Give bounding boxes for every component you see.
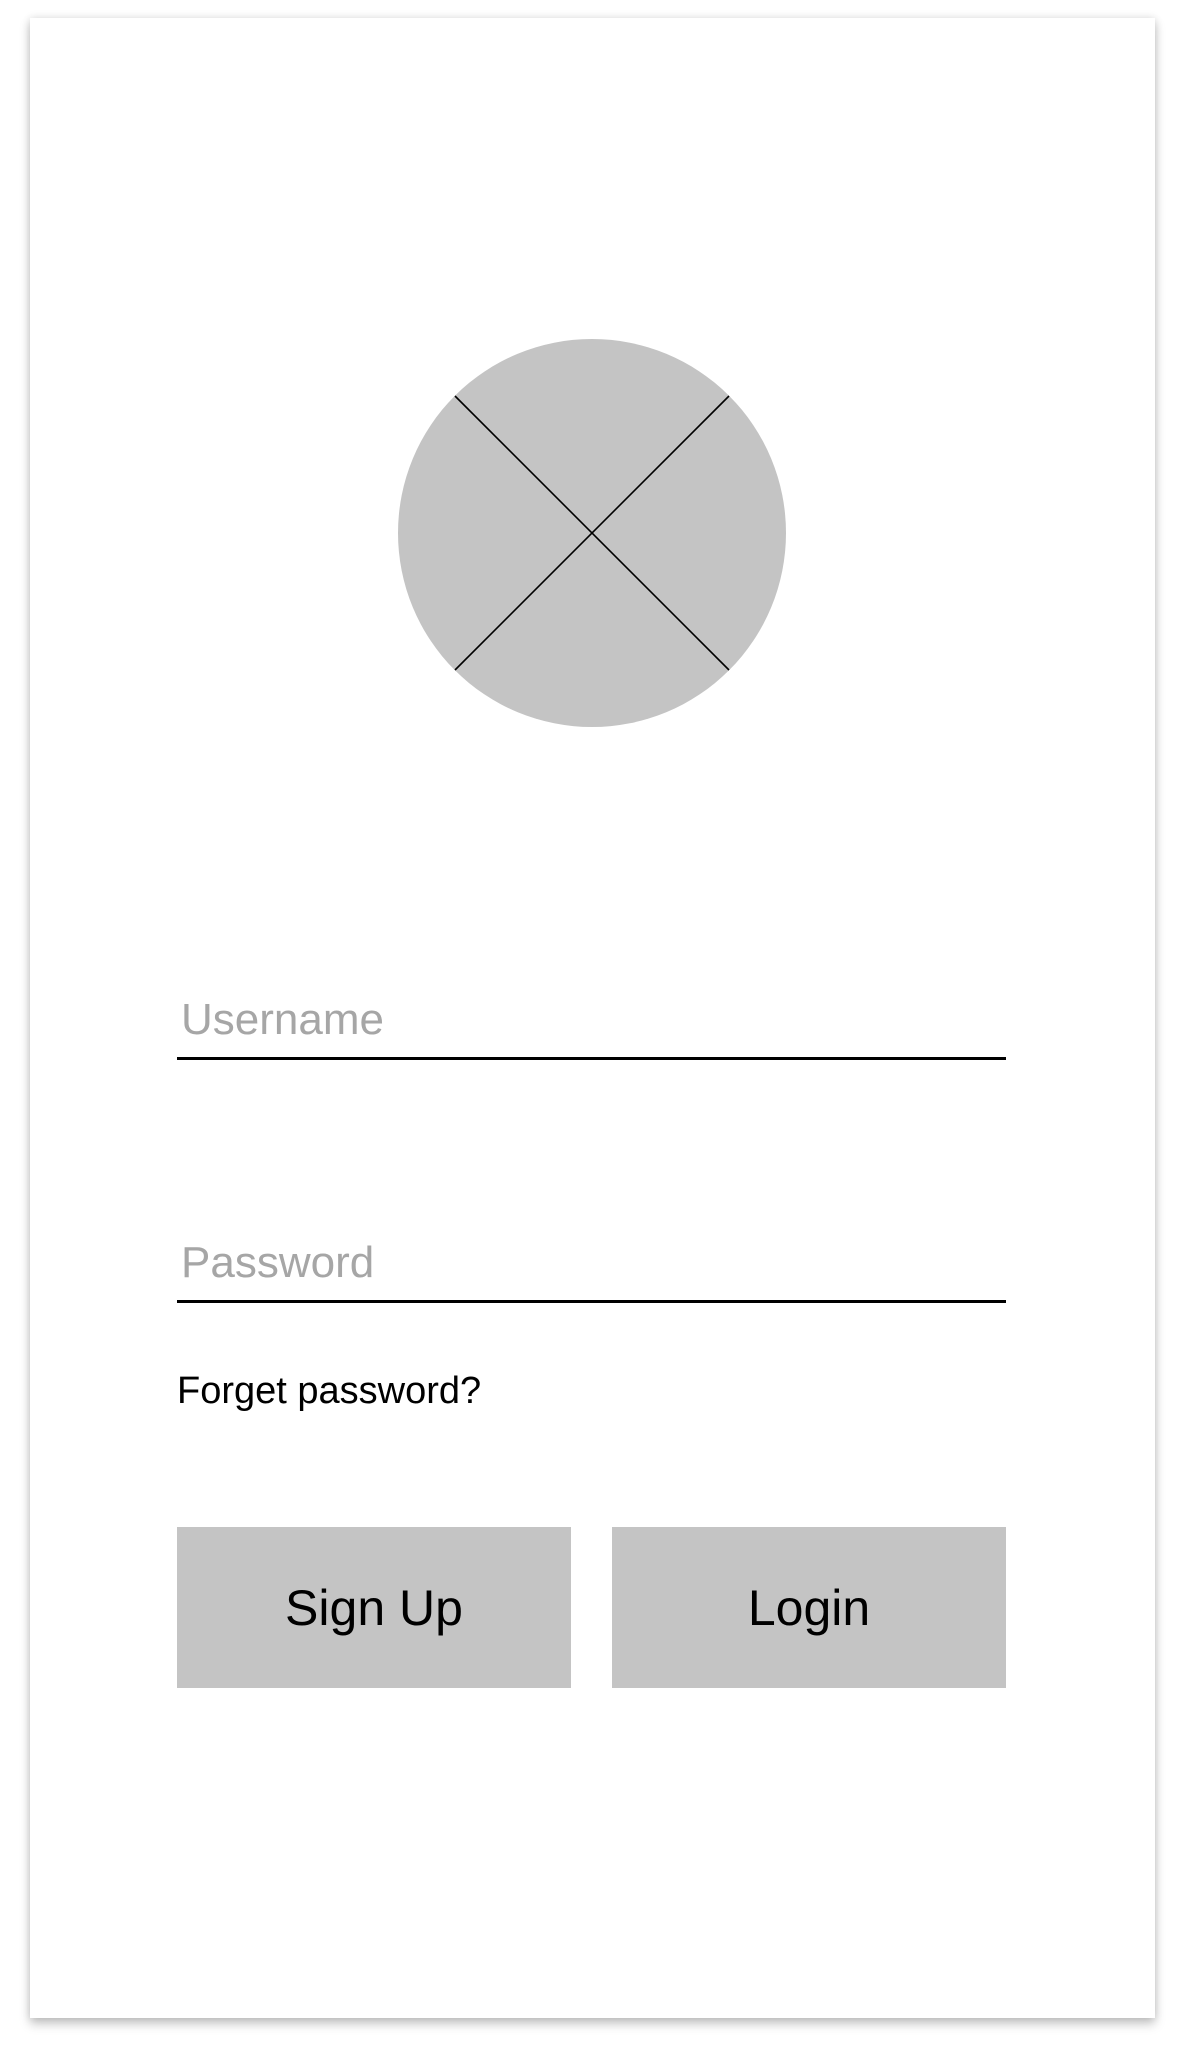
login-button[interactable]: Login — [612, 1527, 1006, 1688]
username-input[interactable] — [181, 991, 1001, 1049]
image-placeholder-icon — [398, 339, 786, 727]
username-field — [177, 980, 1006, 1060]
forgot-password-link[interactable]: Forget password? — [177, 1370, 481, 1413]
login-screen: Forget password? Sign Up Login — [30, 18, 1155, 2018]
sign-up-button[interactable]: Sign Up — [177, 1527, 571, 1688]
password-input[interactable] — [181, 1234, 1001, 1292]
password-field — [177, 1223, 1006, 1303]
logo-placeholder — [398, 339, 786, 727]
